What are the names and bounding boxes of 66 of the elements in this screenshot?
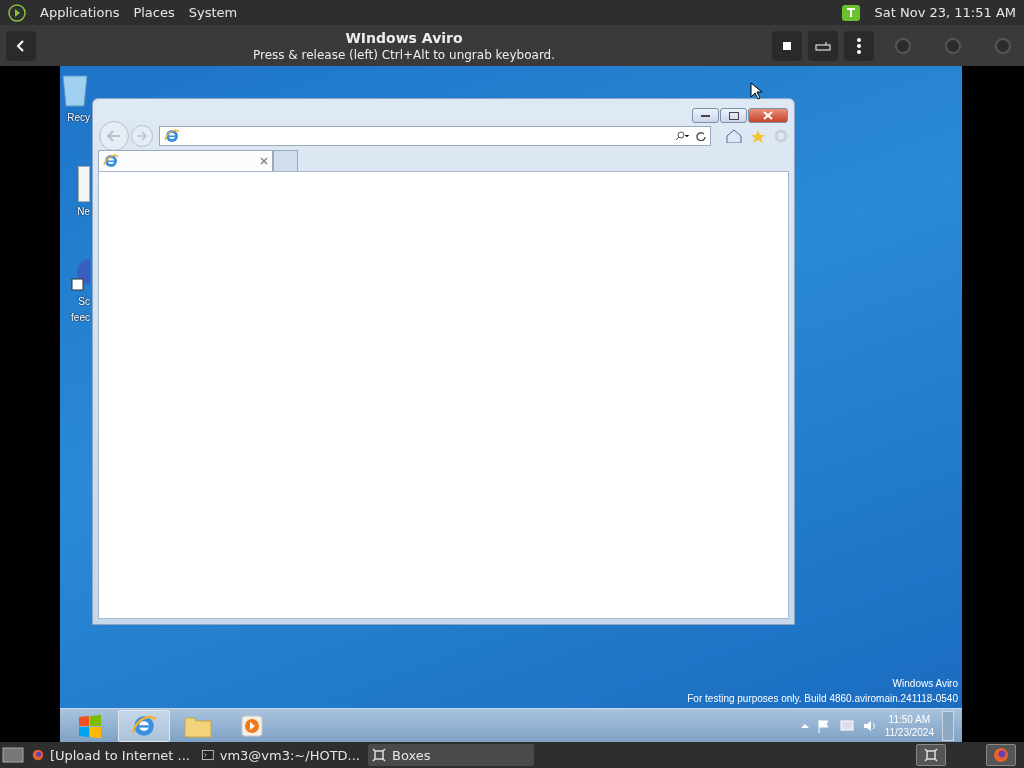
workspace-button[interactable] (986, 744, 1016, 766)
mouse-cursor-icon (750, 82, 762, 100)
back-arrow-icon (107, 130, 121, 142)
panel-task[interactable]: [Upload to Internet ... (28, 744, 194, 766)
firefox-icon (32, 747, 44, 763)
show-desktop-icon[interactable] (2, 746, 24, 764)
taskbar-button[interactable] (118, 709, 170, 742)
boxes-icon (924, 748, 938, 762)
speaker-icon[interactable] (862, 718, 877, 733)
circle-icon (994, 36, 1012, 55)
maximize-icon (728, 111, 739, 120)
maximize-button[interactable] (720, 108, 747, 123)
browser-logo-icon (103, 153, 119, 169)
shortcut-icon (71, 258, 90, 292)
desktop-icon-label[interactable]: Recy (67, 112, 90, 124)
settings-icon[interactable] (774, 129, 788, 143)
new-tab-button[interactable] (273, 150, 298, 171)
caret-icon[interactable] (800, 723, 809, 728)
firefox-icon (993, 747, 1009, 763)
panel-menu[interactable]: Places (133, 5, 175, 20)
network-icon[interactable] (838, 718, 855, 733)
terminal-icon (202, 749, 214, 761)
flag-icon[interactable] (816, 718, 831, 733)
document-icon (78, 166, 90, 202)
forward-arrow-icon (137, 131, 147, 141)
keyboard-icon (815, 40, 831, 51)
workspace-button[interactable] (916, 744, 946, 766)
close-icon[interactable] (260, 157, 268, 165)
circle-icon (944, 36, 962, 55)
update-icon (840, 3, 861, 22)
forward-button[interactable] (131, 125, 153, 147)
home-icon[interactable] (726, 129, 742, 143)
boxes-icon (372, 748, 386, 762)
menu-icon (857, 37, 861, 54)
menu-button[interactable] (844, 30, 874, 61)
minimize-button[interactable] (692, 108, 719, 123)
keyboard-hint: Press & release (left) Ctrl+Alt to ungrab keyboard. (252, 47, 556, 62)
panel-menu[interactable]: Applications (40, 5, 120, 20)
address-field[interactable] (159, 126, 711, 146)
close-button[interactable] (748, 108, 788, 123)
vm-title: WIndows Aviro (345, 29, 463, 46)
panel-task[interactable]: Boxes (368, 744, 534, 766)
build-text: For testing purposes only. Build 4860.aviromain.241118-0540 (687, 692, 958, 706)
desktop-icon-label[interactable]: Sc (78, 296, 90, 308)
square-icon (783, 41, 791, 50)
search-icon (674, 131, 690, 141)
panel-clock[interactable]: Sat Nov 23, 11:51 AM (874, 5, 1016, 20)
panel-task[interactable]: vm3@vm3:~/HOTD... (198, 744, 364, 766)
media-player-icon (241, 714, 263, 737)
windows-logo-icon (77, 712, 103, 739)
recycle-bin-icon (60, 72, 90, 108)
close-icon (763, 111, 773, 120)
back-button[interactable] (6, 30, 36, 61)
browser-logo-icon (164, 128, 180, 144)
browser-tab[interactable] (98, 150, 273, 171)
app-menu-logo-icon (8, 3, 26, 22)
refresh-icon (696, 131, 706, 141)
star-icon[interactable] (750, 128, 766, 144)
edition-text: Windows Aviro (892, 677, 958, 691)
keyboard-button[interactable] (808, 30, 838, 61)
minimize-icon (701, 114, 710, 117)
panel-menu[interactable]: System (188, 5, 238, 20)
stop-button[interactable] (772, 30, 802, 61)
desktop-icon-label[interactable]: Ne (77, 206, 90, 218)
desktop-icon-label[interactable]: feec (71, 312, 90, 324)
circle-icon (894, 36, 912, 55)
